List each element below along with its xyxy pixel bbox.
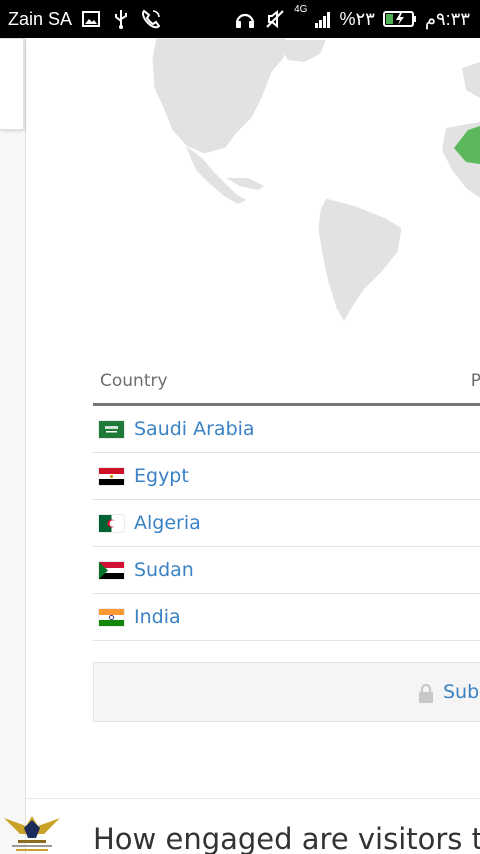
sa-flag-icon bbox=[99, 420, 124, 438]
table-row[interactable]: Egypt bbox=[93, 453, 480, 500]
left-rail bbox=[0, 38, 26, 854]
phone-call-icon bbox=[140, 8, 162, 30]
carrier-label: Zain SA bbox=[8, 8, 73, 29]
table-row[interactable]: Algeria bbox=[93, 500, 480, 547]
country-link-india[interactable]: India bbox=[134, 606, 181, 628]
mute-icon bbox=[264, 8, 286, 30]
table-row[interactable]: India bbox=[93, 594, 480, 641]
image-icon bbox=[80, 8, 102, 30]
country-link-sudan[interactable]: Sudan bbox=[134, 559, 194, 581]
signal-icon bbox=[315, 8, 331, 30]
headphones-icon bbox=[234, 8, 256, 30]
column-header-percent[interactable]: P bbox=[471, 371, 480, 391]
sd-flag-icon bbox=[99, 561, 124, 579]
forum-watermark-logo bbox=[0, 798, 64, 854]
lock-icon bbox=[418, 683, 434, 703]
usb-icon bbox=[110, 8, 132, 30]
eg-flag-icon bbox=[99, 467, 124, 485]
north-america-shape bbox=[151, 38, 287, 155]
table-row[interactable]: Saudi Arabia bbox=[93, 406, 480, 453]
column-header-country[interactable]: Country bbox=[100, 371, 168, 391]
country-link-egypt[interactable]: Egypt bbox=[134, 465, 189, 487]
section-heading: How engaged are visitors to d bbox=[93, 822, 480, 854]
world-map bbox=[151, 38, 480, 324]
in-flag-icon bbox=[99, 608, 124, 626]
table-row[interactable]: Sudan bbox=[93, 547, 480, 594]
battery-charging-icon bbox=[382, 8, 417, 30]
dz-flag-icon bbox=[99, 514, 124, 532]
central-america-shape bbox=[186, 146, 246, 204]
side-drawer-card[interactable] bbox=[0, 38, 24, 130]
status-bar: Zain SA 4G %٢٣ ٩:٣٣م bbox=[0, 0, 480, 38]
subscribe-banner: Subs bbox=[93, 662, 480, 722]
country-table: Country P Saudi Arabia Egypt Algeria Sud… bbox=[93, 358, 480, 641]
country-link-saudi-arabia[interactable]: Saudi Arabia bbox=[134, 418, 255, 440]
europe-edge-shape bbox=[462, 62, 480, 98]
clock-label: ٩:٣٣م bbox=[424, 8, 470, 29]
network-type-label: 4G bbox=[294, 4, 308, 15]
web-page: Country P Saudi Arabia Egypt Algeria Sud… bbox=[0, 38, 480, 854]
battery-percent-label: %٢٣ bbox=[339, 8, 375, 29]
table-header: Country P bbox=[93, 358, 480, 406]
caribbean-shape bbox=[226, 178, 264, 190]
section-divider bbox=[26, 798, 480, 799]
country-link-algeria[interactable]: Algeria bbox=[134, 512, 201, 534]
south-america-shape bbox=[317, 197, 403, 324]
subscribe-link[interactable]: Subs bbox=[443, 681, 480, 703]
